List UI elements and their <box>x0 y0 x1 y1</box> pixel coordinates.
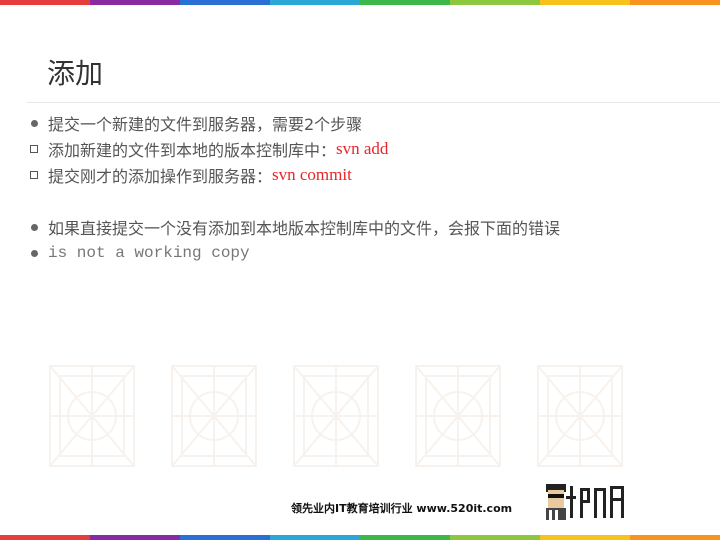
mascot-logo-icon <box>546 484 624 520</box>
dot-bullet-icon <box>31 119 38 127</box>
list-item: 提交刚才的添加操作到服务器： svn commit <box>28 162 708 188</box>
stripe-segment <box>450 535 540 540</box>
watermark-pattern <box>46 362 626 470</box>
stripe-segment <box>540 0 630 5</box>
list-item: 如果直接提交一个没有添加到本地版本控制库中的文件，会报下面的错误 <box>28 214 708 240</box>
stripe-segment <box>0 0 90 5</box>
stripe-segment <box>630 535 720 540</box>
stripe-segment <box>360 535 450 540</box>
stripe-segment <box>90 0 180 5</box>
stripe-segment <box>360 0 450 5</box>
watermark-tile <box>293 365 379 467</box>
list-item: is not a working copy <box>28 240 708 266</box>
dot-bullet-icon <box>31 249 38 257</box>
stripe-segment <box>450 0 540 5</box>
watermark-tile <box>49 365 135 467</box>
command-code: svn add <box>336 139 389 158</box>
square-bullet-icon <box>30 145 38 153</box>
dot-bullet-icon <box>31 223 38 231</box>
watermark-tile <box>415 365 501 467</box>
item-text: 如果直接提交一个没有添加到本地版本控制库中的文件，会报下面的错误 <box>48 219 561 238</box>
bullet-list: 提交一个新建的文件到服务器，需要2个步骤 添加新建的文件到本地的版本控制库中： … <box>28 110 708 266</box>
footer-slogan: 领先业内IT教育培训行业 www.520it.com <box>291 502 513 515</box>
title-divider <box>27 102 720 103</box>
command-code: svn commit <box>272 165 352 184</box>
stripe-segment <box>270 0 360 5</box>
item-text: 添加新建的文件到本地的版本控制库中： <box>48 141 337 160</box>
square-bullet-icon <box>30 171 38 179</box>
watermark-tile <box>537 365 623 467</box>
item-text: 提交刚才的添加操作到服务器： <box>48 167 273 186</box>
stripe-segment <box>180 535 270 540</box>
list-item: 提交一个新建的文件到服务器，需要2个步骤 <box>28 110 708 136</box>
bottom-color-stripe <box>0 535 720 540</box>
error-message: is not a working copy <box>48 244 250 262</box>
stripe-segment <box>540 535 630 540</box>
stripe-segment <box>180 0 270 5</box>
list-item: 添加新建的文件到本地的版本控制库中： svn add <box>28 136 708 162</box>
stripe-segment <box>630 0 720 5</box>
stripe-segment <box>270 535 360 540</box>
watermark-tile <box>171 365 257 467</box>
item-text: 提交一个新建的文件到服务器，需要2个步骤 <box>48 115 363 134</box>
stripe-segment <box>90 535 180 540</box>
top-color-stripe <box>0 0 720 5</box>
slide-title: 添加 <box>47 57 104 90</box>
stripe-segment <box>0 535 90 540</box>
